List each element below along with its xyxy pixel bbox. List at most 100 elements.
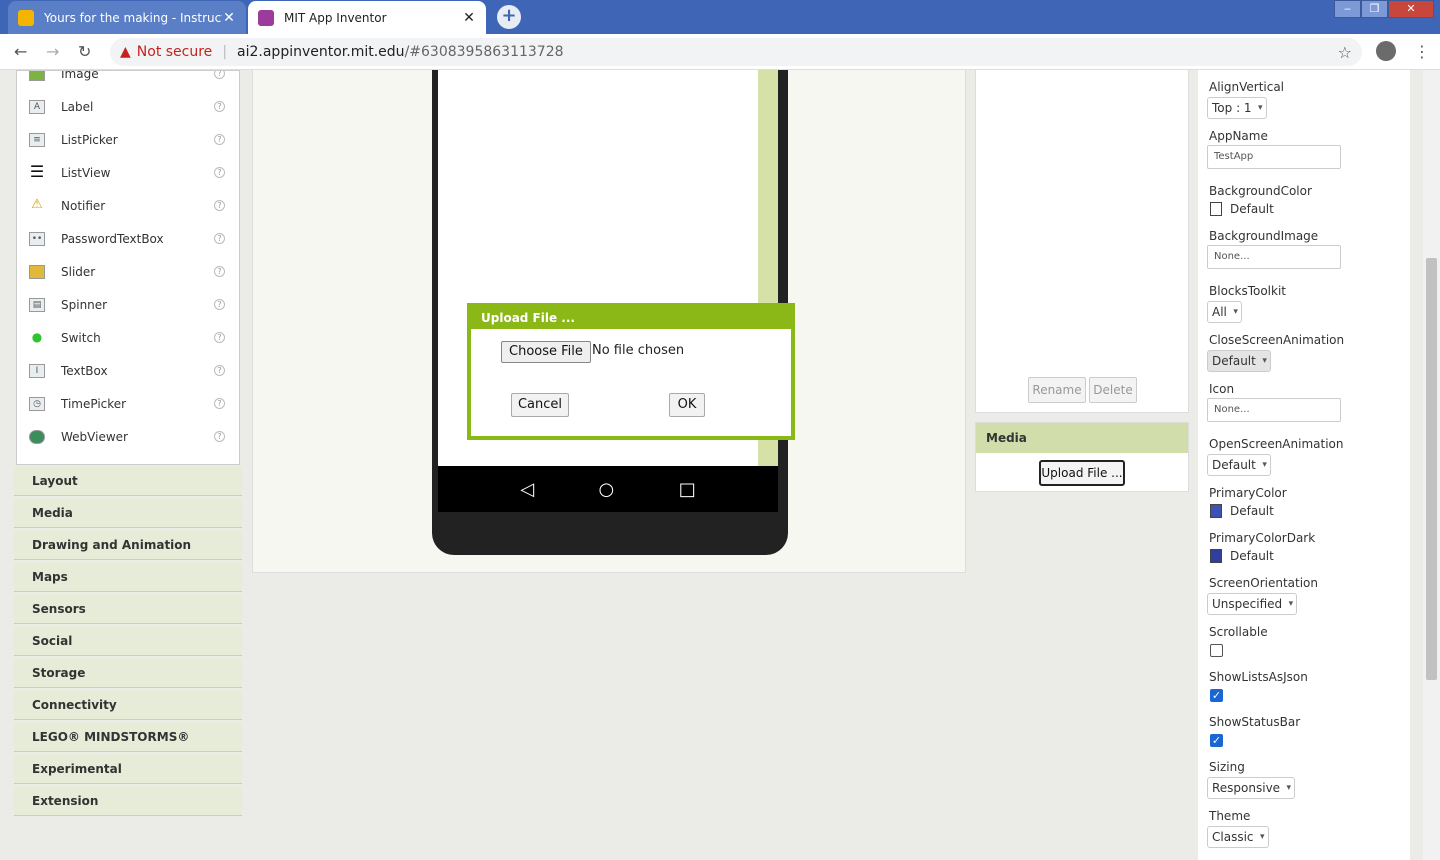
palette-item-label[interactable]: A Label? — [17, 90, 239, 123]
help-icon[interactable]: ? — [214, 332, 225, 343]
primarycolor-swatch[interactable] — [1210, 504, 1222, 518]
help-icon[interactable]: ? — [214, 101, 225, 112]
help-icon[interactable]: ? — [214, 71, 225, 79]
security-status[interactable]: Not secure — [137, 44, 213, 60]
palette-item-label: PasswordTextBox — [61, 231, 164, 246]
blockstoolkit-dropdown[interactable]: All — [1207, 301, 1242, 323]
primarycolor-value[interactable]: Default — [1230, 504, 1274, 518]
back-icon[interactable]: ← — [14, 42, 27, 61]
palette-item-label: Label — [61, 99, 94, 114]
palette-item-label: Switch — [61, 330, 101, 345]
minimize-icon[interactable]: ‒ — [1334, 0, 1361, 18]
prop-label-closescreenanimation: CloseScreenAnimation — [1209, 333, 1345, 347]
ok-button[interactable]: OK — [669, 393, 705, 417]
help-icon[interactable]: ? — [214, 233, 225, 244]
help-icon[interactable]: ? — [214, 134, 225, 145]
browser-menu-icon[interactable]: ⋮ — [1414, 42, 1430, 61]
palette-item-listview[interactable]: ☰ ListView? — [17, 156, 239, 189]
tab-close-icon[interactable]: ✕ — [222, 10, 236, 26]
sizing-dropdown[interactable]: Responsive — [1207, 777, 1296, 799]
tab-app-inventor[interactable]: MIT App Inventor ✕ — [248, 1, 486, 34]
prop-label-alignvertical: AlignVertical — [1209, 80, 1285, 94]
help-icon[interactable]: ? — [214, 266, 225, 277]
backgroundcolor-swatch[interactable] — [1210, 202, 1222, 216]
primarycolordark-value[interactable]: Default — [1230, 549, 1274, 563]
showstatusbar-checkbox[interactable]: ✓ — [1210, 734, 1223, 747]
palette-item-image[interactable]: Image? — [17, 71, 239, 90]
theme-dropdown[interactable]: Classic — [1207, 826, 1269, 848]
category-maps[interactable]: Maps — [14, 562, 242, 592]
warning-icon: ▲ — [120, 44, 131, 60]
showlistsasjson-checkbox[interactable]: ✓ — [1210, 689, 1223, 702]
backgroundcolor-value[interactable]: Default — [1230, 202, 1274, 216]
category-extension[interactable]: Extension — [14, 786, 242, 816]
palette-item-listpicker[interactable]: ≡ ListPicker? — [17, 123, 239, 156]
icon-input[interactable]: None... — [1207, 398, 1341, 422]
delete-button[interactable]: Delete — [1089, 377, 1137, 403]
choose-file-button[interactable]: Choose File — [501, 341, 591, 363]
backgroundimage-input[interactable]: None... — [1207, 245, 1341, 269]
palette-item-label: Spinner — [61, 297, 108, 312]
prop-label-primarycolordark: PrimaryColorDark — [1209, 531, 1316, 545]
screenorientation-dropdown[interactable]: Unspecified — [1207, 593, 1298, 615]
palette-item-timepicker[interactable]: ◷ TimePicker? — [17, 387, 239, 420]
close-window-icon[interactable]: ✕ — [1388, 0, 1434, 18]
help-icon[interactable]: ? — [214, 431, 225, 442]
rename-button[interactable]: Rename — [1028, 377, 1086, 403]
help-icon[interactable]: ? — [214, 200, 225, 211]
cancel-button[interactable]: Cancel — [511, 393, 569, 417]
tab-title: Yours for the making - Instructab — [44, 10, 222, 25]
prop-label-scrollable: Scrollable — [1209, 625, 1268, 639]
palette-item-label: Slider — [61, 264, 96, 279]
scrollable-checkbox[interactable] — [1210, 644, 1223, 657]
forward-icon[interactable]: → — [46, 42, 59, 61]
palette-item-passwordtextbox[interactable]: •• PasswordTextBox? — [17, 222, 239, 255]
prop-label-backgroundimage: BackgroundImage — [1209, 229, 1319, 243]
palette-item-textbox[interactable]: I TextBox? — [17, 354, 239, 387]
restore-icon[interactable]: ❐ — [1361, 0, 1388, 18]
palette-categories: Layout Media Drawing and Animation Maps … — [14, 466, 242, 818]
bookmark-star-icon[interactable]: ☆ — [1338, 43, 1352, 62]
new-tab-button[interactable]: + — [497, 5, 521, 29]
url-separator: | — [222, 44, 228, 60]
primarycolordark-swatch[interactable] — [1210, 549, 1222, 563]
category-sensors[interactable]: Sensors — [14, 594, 242, 624]
address-bar[interactable]: ▲ Not secure | ai2.appinventor.mit.edu /… — [110, 38, 1362, 66]
prop-label-primarycolor: PrimaryColor — [1209, 486, 1287, 500]
category-social[interactable]: Social — [14, 626, 242, 656]
tab-close-icon[interactable]: ✕ — [462, 10, 476, 26]
help-icon[interactable]: ? — [214, 365, 225, 376]
file-status-text: No file chosen — [592, 343, 685, 358]
category-media[interactable]: Media — [14, 498, 242, 528]
properties-panel: AlignVertical Top : 1 AppName TestApp Ba… — [1198, 70, 1410, 860]
palette-item-label: TextBox — [61, 363, 108, 378]
upload-file-button[interactable]: Upload File ... — [1039, 460, 1125, 486]
openscreenanimation-dropdown[interactable]: Default — [1207, 454, 1271, 476]
upload-file-dialog: Upload File ... Choose File No file chos… — [467, 303, 795, 440]
alignvertical-dropdown[interactable]: Top : 1 — [1207, 97, 1267, 119]
help-icon[interactable]: ? — [214, 167, 225, 178]
palette-item-notifier[interactable]: ⚠ Notifier? — [17, 189, 239, 222]
palette-item-label: ListPicker — [61, 132, 118, 147]
palette-item-slider[interactable]: Slider? — [17, 255, 239, 288]
prop-label-blockstoolkit: BlocksToolkit — [1209, 284, 1287, 298]
category-connectivity[interactable]: Connectivity — [14, 690, 242, 720]
category-experimental[interactable]: Experimental — [14, 754, 242, 784]
category-layout[interactable]: Layout — [14, 466, 242, 496]
reload-icon[interactable]: ↻ — [78, 42, 91, 61]
category-lego-mindstorms[interactable]: LEGO® MINDSTORMS® — [14, 722, 242, 752]
palette-item-spinner[interactable]: ▤ Spinner? — [17, 288, 239, 321]
category-drawing-animation[interactable]: Drawing and Animation — [14, 530, 242, 560]
url-host: ai2.appinventor.mit.edu — [237, 44, 405, 60]
tab-instructables[interactable]: Yours for the making - Instructab ✕ — [8, 1, 246, 34]
palette-item-webviewer[interactable]: WebViewer? — [17, 420, 239, 453]
closescreenanimation-dropdown[interactable]: Default — [1207, 350, 1271, 372]
profile-avatar[interactable] — [1376, 41, 1396, 61]
scrollbar-thumb[interactable] — [1426, 258, 1437, 680]
category-storage[interactable]: Storage — [14, 658, 242, 688]
appname-input[interactable]: TestApp — [1207, 145, 1341, 169]
palette-item-switch[interactable]: ● Switch? — [17, 321, 239, 354]
help-icon[interactable]: ? — [214, 398, 225, 409]
help-icon[interactable]: ? — [214, 299, 225, 310]
webviewer-icon — [29, 429, 45, 444]
